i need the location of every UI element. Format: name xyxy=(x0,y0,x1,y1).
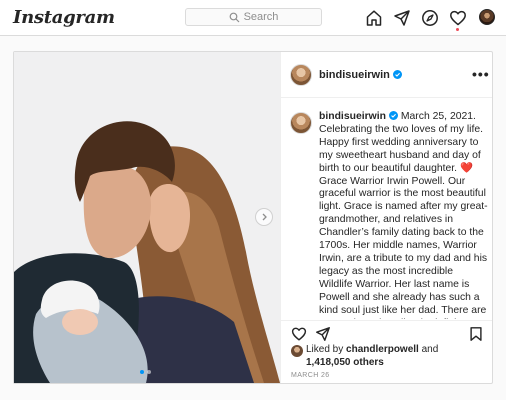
verified-badge-icon xyxy=(388,111,398,120)
search-input[interactable]: Search xyxy=(185,8,322,26)
author-avatar[interactable] xyxy=(290,64,312,86)
profile-avatar[interactable] xyxy=(479,9,495,25)
home-icon[interactable] xyxy=(365,9,383,27)
share-icon[interactable] xyxy=(315,326,331,342)
post-photo[interactable] xyxy=(14,52,280,383)
liker-avatar[interactable] xyxy=(291,345,303,357)
verified-badge-icon xyxy=(392,70,402,79)
caption-text-2: Grace Warrior Irwin Powell. Our graceful… xyxy=(319,175,488,319)
caption-text-1: Celebrating the two loves of my life. Ha… xyxy=(319,123,484,174)
liked-by-label: Liked by xyxy=(306,344,344,355)
top-nav-bar: Instagram Search xyxy=(0,0,506,36)
liked-by-user-link[interactable]: chandlerpowell xyxy=(346,344,419,355)
direct-icon[interactable] xyxy=(393,9,411,27)
post-timestamp[interactable]: MARCH 26 xyxy=(291,372,330,379)
author-username[interactable]: bindisueirwin xyxy=(319,69,402,81)
chevron-right-icon xyxy=(262,213,267,221)
comments-area[interactable]: bindisueirwin March 25, 2021. Celebratin… xyxy=(281,98,492,319)
carousel-dot xyxy=(147,370,151,374)
liked-by-and: and xyxy=(421,344,439,355)
family-photo-illustration xyxy=(14,52,280,383)
likes-count-link[interactable]: 1,418,050 others xyxy=(306,357,384,368)
search-placeholder: Search xyxy=(243,11,279,23)
notification-dot xyxy=(456,28,459,31)
post-card: bindisueirwin ••• bindisueirwin March 25… xyxy=(13,51,493,384)
search-icon xyxy=(229,12,240,23)
explore-icon[interactable] xyxy=(421,9,439,27)
caption-date: March 25, 2021. xyxy=(400,111,476,122)
activity-heart-icon[interactable] xyxy=(449,9,467,27)
post-actions xyxy=(281,320,492,342)
caption-username[interactable]: bindisueirwin xyxy=(319,111,386,122)
post-caption: bindisueirwin March 25, 2021. Celebratin… xyxy=(319,111,489,319)
more-options-button[interactable]: ••• xyxy=(472,66,490,82)
save-bookmark-icon[interactable] xyxy=(468,326,484,342)
caption-author-avatar[interactable] xyxy=(290,112,312,134)
red-heart-emoji: ❤️ xyxy=(459,162,473,174)
carousel-indicator xyxy=(140,370,151,374)
author-username-text[interactable]: bindisueirwin xyxy=(319,69,390,81)
carousel-dot-active xyxy=(140,370,144,374)
like-heart-icon[interactable] xyxy=(291,326,307,342)
post-side-panel: bindisueirwin ••• bindisueirwin March 25… xyxy=(280,52,492,383)
post-header: bindisueirwin ••• xyxy=(281,52,492,98)
carousel-next-button[interactable] xyxy=(255,208,273,226)
instagram-logo[interactable]: Instagram xyxy=(13,7,115,28)
likes-text: Liked by chandlerpowell and 1,418,050 ot… xyxy=(306,344,486,369)
